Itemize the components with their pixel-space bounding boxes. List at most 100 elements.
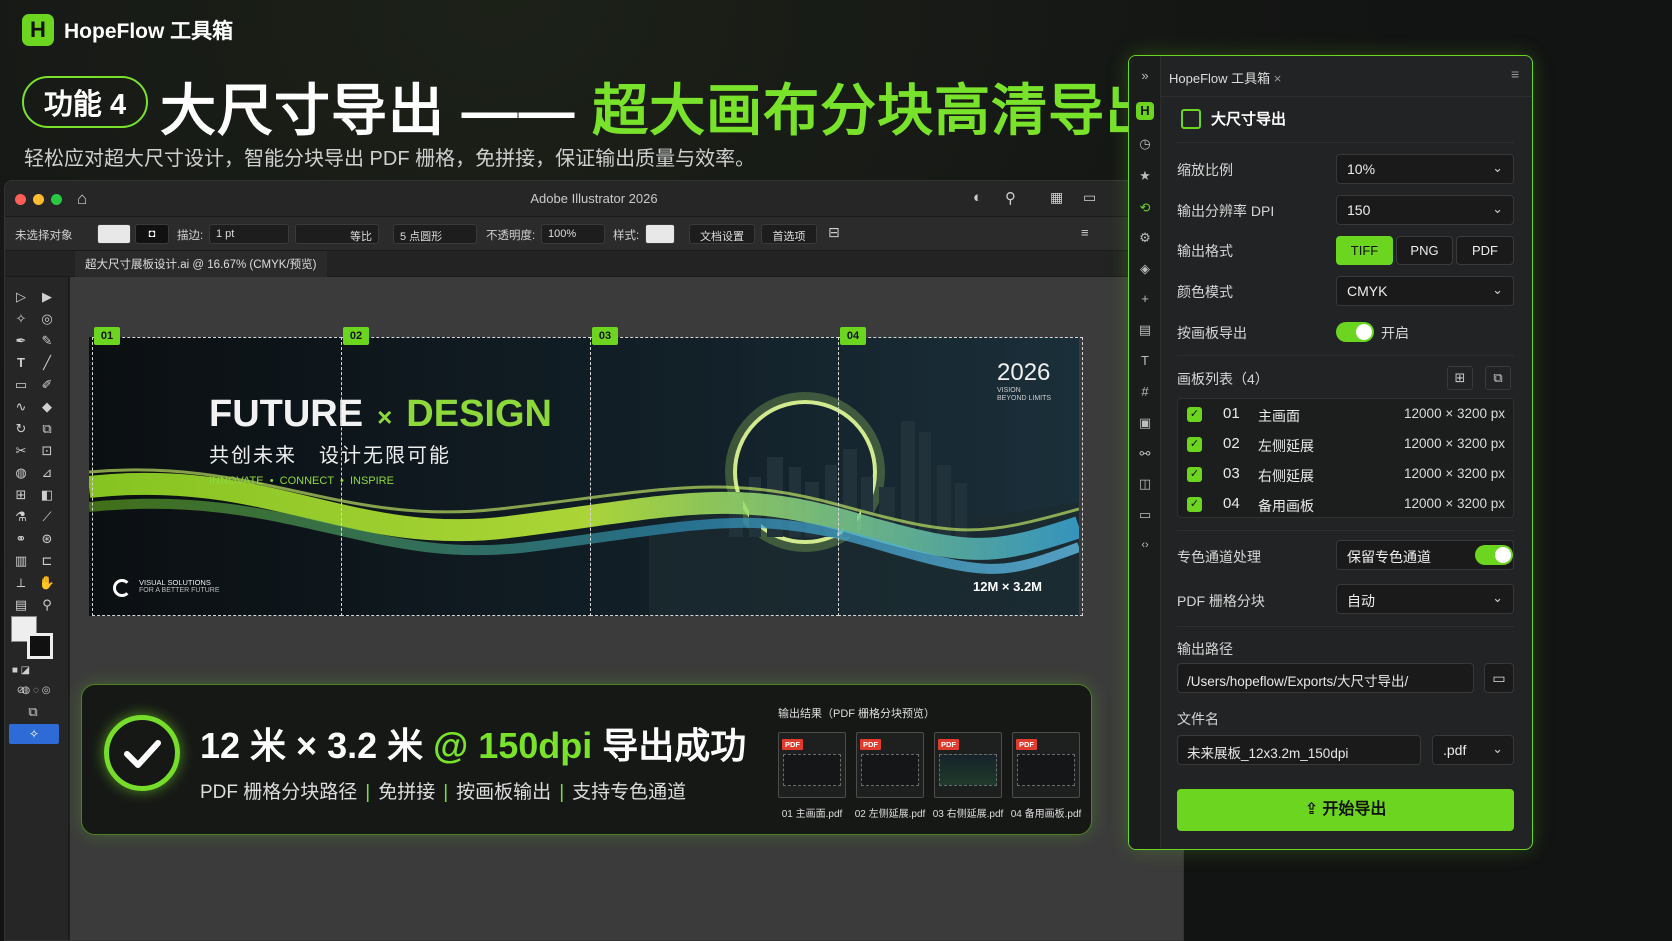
align-icon[interactable]: ⊟	[828, 224, 840, 241]
settings-icon[interactable]: ⚙	[1135, 228, 1155, 248]
stroke-color-swatch[interactable]	[27, 633, 53, 659]
code-icon[interactable]: ‹›	[1135, 535, 1155, 555]
pdf-tile-select[interactable]: 自动 ⌄	[1336, 584, 1514, 614]
grid-icon[interactable]: #	[1135, 382, 1155, 402]
draw-mode-icon[interactable]: ◍ ◌ ◎	[11, 681, 61, 701]
panel-tab-close-icon[interactable]: ×	[1274, 71, 1282, 86]
free-transform-icon[interactable]: ⊡	[37, 441, 57, 461]
layers-icon[interactable]: ◈	[1135, 259, 1155, 279]
warp-tool-icon[interactable]: ✂	[11, 441, 31, 461]
artboard-row[interactable]: ✓ 02 左侧延展 12000 × 3200 px	[1178, 429, 1513, 459]
line-tool-icon[interactable]: ╱	[37, 353, 57, 373]
stroke-weight-input[interactable]: 1 pt	[209, 224, 289, 244]
zoom-tool-icon[interactable]: ⚲	[37, 595, 57, 615]
filename-field[interactable]: 未来展板_12x3.2m_150dpi	[1177, 735, 1421, 765]
rotate-tool-icon[interactable]: ↻	[11, 419, 31, 439]
format-pdf[interactable]: PDF	[1456, 236, 1514, 265]
edit-toolbar-icon[interactable]: ✧	[9, 724, 59, 744]
headline-green: 超大画布分块高清导出	[592, 79, 1163, 142]
format-tiff[interactable]: TIFF	[1336, 236, 1393, 265]
pdf-thumbnail[interactable]: PDF	[778, 732, 846, 798]
pdf-thumbnail[interactable]: PDF	[934, 732, 1002, 798]
pdf-thumbnail[interactable]: PDF	[1012, 732, 1080, 798]
fill-swatch[interactable]	[97, 224, 131, 244]
search-icon[interactable]: ⚲	[1005, 189, 1016, 207]
folder-icon[interactable]: ▭	[1135, 505, 1155, 525]
column-graph-icon[interactable]: ▥	[11, 551, 31, 571]
add-icon[interactable]: +	[1135, 289, 1155, 309]
shaper-tool-icon[interactable]: ∿	[11, 397, 31, 417]
tile-tag: 01	[94, 327, 120, 345]
screen-mode-icon[interactable]: ⧉	[23, 702, 43, 722]
favorites-icon[interactable]: ★	[1135, 166, 1155, 186]
preferences-button[interactable]: 首选项	[761, 224, 817, 244]
artboard-row[interactable]: ✓ 04 备用画板 12000 × 3200 px	[1178, 489, 1513, 519]
shape-builder-icon[interactable]: ◍	[11, 463, 31, 483]
print-tiling-icon[interactable]: ▤	[11, 595, 31, 615]
checkbox-checked-icon[interactable]: ✓	[1187, 467, 1202, 482]
collapse-icon[interactable]: »	[1135, 66, 1155, 86]
blend-tool-icon[interactable]: ⚭	[11, 529, 31, 549]
selection-tool-icon[interactable]: ▷	[11, 287, 31, 307]
style-swatch[interactable]	[645, 224, 675, 244]
output-path-field[interactable]: /Users/hopeflow/Exports/大尺寸导出/	[1177, 663, 1474, 693]
panel-menu-icon[interactable]: ≡	[1511, 66, 1519, 82]
arrange-documents-icon[interactable]: ▦	[1050, 189, 1063, 206]
gradient-tool-icon[interactable]: ◧	[37, 485, 57, 505]
checkbox-checked-icon[interactable]: ✓	[1187, 407, 1202, 422]
dpi-select[interactable]: 150 ⌄	[1336, 195, 1514, 225]
panel-menu-icon[interactable]: ≡	[1081, 225, 1089, 240]
document-setup-button[interactable]: 文档设置	[689, 224, 755, 244]
discover-icon[interactable]: ◐	[973, 189, 982, 206]
panel-tab[interactable]: HopeFlow 工具箱 ×	[1169, 68, 1281, 87]
extension-select[interactable]: .pdf ⌄	[1432, 735, 1514, 765]
curvature-tool-icon[interactable]: ✎	[37, 331, 57, 351]
artboard-tool-icon[interactable]: ⊏	[37, 551, 57, 571]
slice-tool-icon[interactable]: ⟂	[11, 573, 31, 593]
hopeflow-icon[interactable]: H	[1136, 102, 1154, 120]
lasso-icon[interactable]: ◎	[37, 309, 57, 329]
spot-channel-toggle[interactable]	[1475, 545, 1513, 565]
history-icon[interactable]: ◷	[1135, 134, 1155, 154]
by-artboard-toggle[interactable]	[1336, 322, 1374, 342]
perspective-grid-icon[interactable]: ⊿	[37, 463, 57, 483]
document-tab[interactable]: 超大尺寸展板设计.ai @ 16.67% (CMYK/预览)	[75, 251, 327, 277]
color-mode-select[interactable]: CMYK ⌄	[1336, 276, 1514, 306]
text-icon[interactable]: T	[1135, 351, 1155, 371]
frame-icon[interactable]: ◫	[1135, 474, 1155, 494]
workspace-icon[interactable]: ▭	[1083, 189, 1096, 206]
stroke-swatch[interactable]: ◘	[135, 224, 169, 244]
mesh-tool-icon[interactable]: ⊞	[11, 485, 31, 505]
pdf-thumbnail[interactable]: PDF	[856, 732, 924, 798]
variable-width-select[interactable]: 等比	[295, 224, 379, 244]
scale-tool-icon[interactable]: ⧉	[37, 419, 57, 439]
opacity-input[interactable]: 100%	[541, 224, 605, 244]
link-icon[interactable]: ⚯	[1135, 444, 1155, 464]
copy-icon[interactable]: ⧉	[1485, 366, 1511, 390]
magic-wand-icon[interactable]: ✧	[11, 309, 31, 329]
type-tool-icon[interactable]: T	[11, 353, 31, 373]
checkbox-checked-icon[interactable]: ✓	[1187, 497, 1202, 512]
export-icon[interactable]: ⟲	[1135, 198, 1155, 218]
document-icon[interactable]: ▤	[1135, 320, 1155, 340]
pen-tool-icon[interactable]: ✒	[11, 331, 31, 351]
folder-browse-icon[interactable]: ▭	[1484, 663, 1514, 693]
symbol-sprayer-icon[interactable]: ⊛	[37, 529, 57, 549]
eraser-icon[interactable]: ◆	[37, 397, 57, 417]
start-export-button[interactable]: ⇪ 开始导出	[1177, 789, 1514, 831]
brush-select[interactable]: 5 点圆形	[393, 224, 477, 244]
grid-view-icon[interactable]: ⊞	[1447, 366, 1473, 390]
measure-tool-icon[interactable]: ⟋	[37, 507, 57, 527]
artboard-row[interactable]: ✓ 01 主画面 12000 × 3200 px	[1178, 399, 1513, 429]
checkbox-checked-icon[interactable]: ✓	[1187, 437, 1202, 452]
artboard-row[interactable]: ✓ 03 右侧延展 12000 × 3200 px	[1178, 459, 1513, 489]
direct-selection-tool-icon[interactable]: ▶	[37, 287, 57, 307]
color-mode-icon[interactable]: ■ ◪ ⊘	[11, 661, 31, 696]
format-png[interactable]: PNG	[1396, 236, 1453, 265]
image-icon[interactable]: ▣	[1135, 413, 1155, 433]
rectangle-tool-icon[interactable]: ▭	[11, 375, 31, 395]
eyedropper-icon[interactable]: ⚗	[11, 507, 31, 527]
hand-tool-icon[interactable]: ✋	[37, 573, 57, 593]
paintbrush-icon[interactable]: ✐	[37, 375, 57, 395]
scale-select[interactable]: 10% ⌄	[1336, 154, 1514, 184]
